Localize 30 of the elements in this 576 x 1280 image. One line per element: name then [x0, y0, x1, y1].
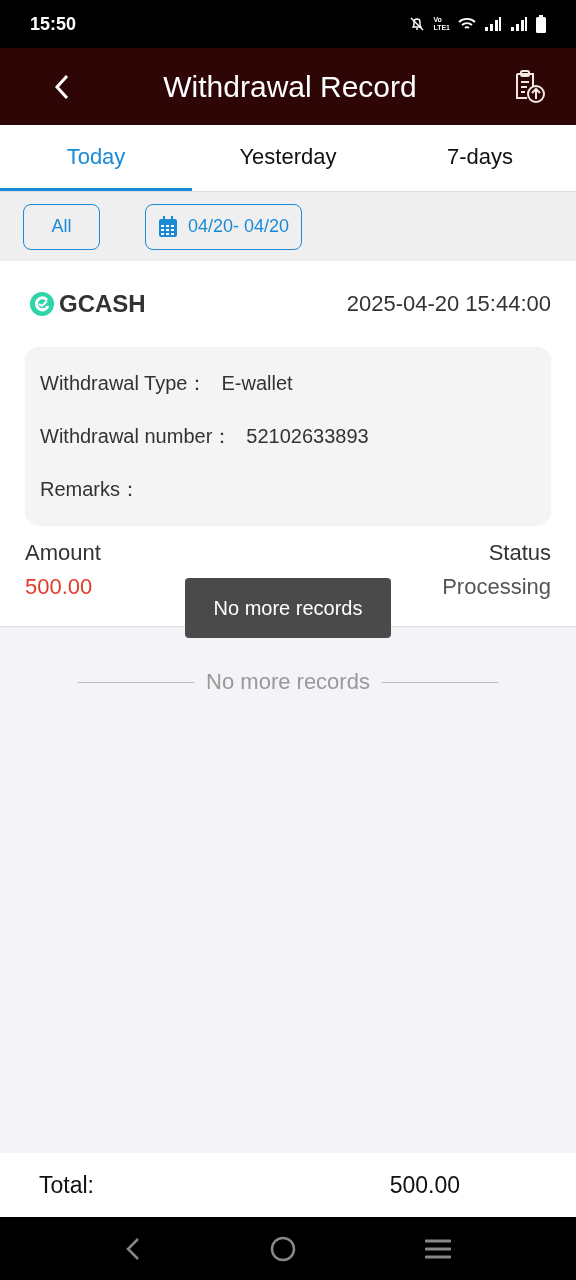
- back-icon[interactable]: [54, 73, 70, 100]
- detail-label: Withdrawal Type：: [40, 371, 208, 396]
- detail-value: E-wallet: [221, 372, 293, 395]
- signal-icon: [510, 16, 528, 32]
- type-filter-button[interactable]: All: [23, 203, 100, 250]
- status-value: Processing: [442, 574, 551, 600]
- detail-label: Withdrawal number：: [40, 424, 233, 449]
- detail-label: Remarks：: [40, 477, 140, 502]
- wallet-logo-icon: [29, 291, 55, 317]
- total-label: Total:: [39, 1171, 94, 1199]
- page-title: Withdrawal Record: [163, 69, 417, 104]
- battery-icon: [536, 15, 546, 33]
- record-time: 2025-04-20 15:44:00: [346, 291, 551, 317]
- wifi-icon: [458, 17, 476, 31]
- end-note: No more records: [206, 669, 370, 695]
- amount-value: 500.00: [25, 574, 94, 600]
- amount-label: Amount: [25, 540, 101, 566]
- status-time: 15:50: [30, 13, 77, 35]
- date-range-button[interactable]: 04/20- 04/20: [145, 203, 303, 250]
- bell-off-icon: [409, 16, 426, 32]
- status-label: Status: [488, 540, 551, 566]
- toast-message: No more records: [185, 578, 391, 638]
- payment-method: GCASH: [59, 290, 146, 318]
- menu-icon[interactable]: [425, 1237, 452, 1260]
- home-icon[interactable]: [270, 1235, 296, 1262]
- signal-icon: [484, 16, 502, 32]
- total-value: 500.00: [389, 1171, 460, 1199]
- calendar-icon: [158, 215, 178, 238]
- detail-value: 52102633893: [246, 425, 369, 448]
- back-icon[interactable]: [124, 1236, 141, 1261]
